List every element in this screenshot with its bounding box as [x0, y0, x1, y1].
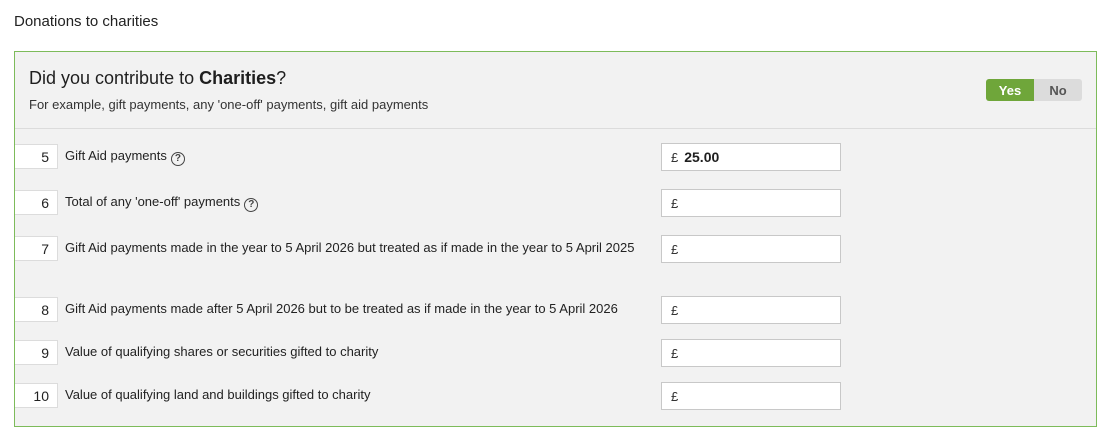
- amount-input-gift-aid[interactable]: £ 25.00: [661, 143, 841, 171]
- charities-card: Did you contribute to Charities? For exa…: [14, 51, 1097, 427]
- box-number: 7: [15, 236, 58, 261]
- field-label-text: Gift Aid payments made in the year to 5 …: [65, 240, 635, 255]
- help-icon[interactable]: ?: [170, 152, 185, 166]
- field-label: Gift Aid payments made after 5 April 202…: [65, 300, 665, 318]
- box-number: 9: [15, 340, 58, 365]
- field-label: Gift Aid payments?: [65, 147, 655, 166]
- field-label: Value of qualifying land and buildings g…: [65, 386, 655, 404]
- field-label: Total of any 'one-off' payments?: [65, 193, 655, 212]
- field-label-text: Gift Aid payments made after 5 April 202…: [65, 301, 618, 316]
- amount-input-shares[interactable]: £: [661, 339, 841, 367]
- section-title: Donations to charities: [14, 13, 159, 30]
- question-suffix: ?: [276, 68, 287, 88]
- field-label-text: Gift Aid payments: [65, 148, 167, 163]
- card-header: Did you contribute to Charities? For exa…: [15, 52, 1096, 129]
- help-icon[interactable]: ?: [244, 198, 259, 212]
- currency-symbol: £: [671, 388, 679, 404]
- currency-symbol: £: [671, 302, 679, 318]
- yes-button[interactable]: Yes: [986, 79, 1034, 101]
- amount-input-land[interactable]: £: [661, 382, 841, 410]
- currency-symbol: £: [671, 195, 679, 211]
- field-label: Gift Aid payments made in the year to 5 …: [65, 239, 655, 257]
- question-title: Did you contribute to Charities?: [29, 68, 286, 89]
- box-number: 10: [15, 383, 58, 408]
- question-hint: For example, gift payments, any 'one-off…: [29, 97, 429, 112]
- question-prefix: Did you contribute to: [29, 68, 200, 88]
- field-label-text: Total of any 'one-off' payments: [65, 194, 241, 209]
- amount-input-treated-current-year[interactable]: £: [661, 296, 841, 324]
- box-number: 8: [15, 297, 58, 322]
- currency-symbol: £: [671, 241, 679, 257]
- box-number: 5: [15, 144, 58, 169]
- amount-input-treated-previous-year[interactable]: £: [661, 235, 841, 263]
- question-bold: Charities: [199, 68, 277, 88]
- field-label: Value of qualifying shares or securities…: [65, 343, 655, 361]
- box-number: 6: [15, 190, 58, 215]
- currency-symbol: £: [671, 149, 679, 165]
- amount-value: 25.00: [684, 149, 720, 165]
- yes-no-toggle: Yes No: [986, 79, 1082, 101]
- field-label-text: Value of qualifying shares or securities…: [65, 344, 379, 359]
- field-label-text: Value of qualifying land and buildings g…: [65, 387, 371, 402]
- amount-input-one-off[interactable]: £: [661, 189, 841, 217]
- no-button[interactable]: No: [1034, 79, 1082, 101]
- currency-symbol: £: [671, 345, 679, 361]
